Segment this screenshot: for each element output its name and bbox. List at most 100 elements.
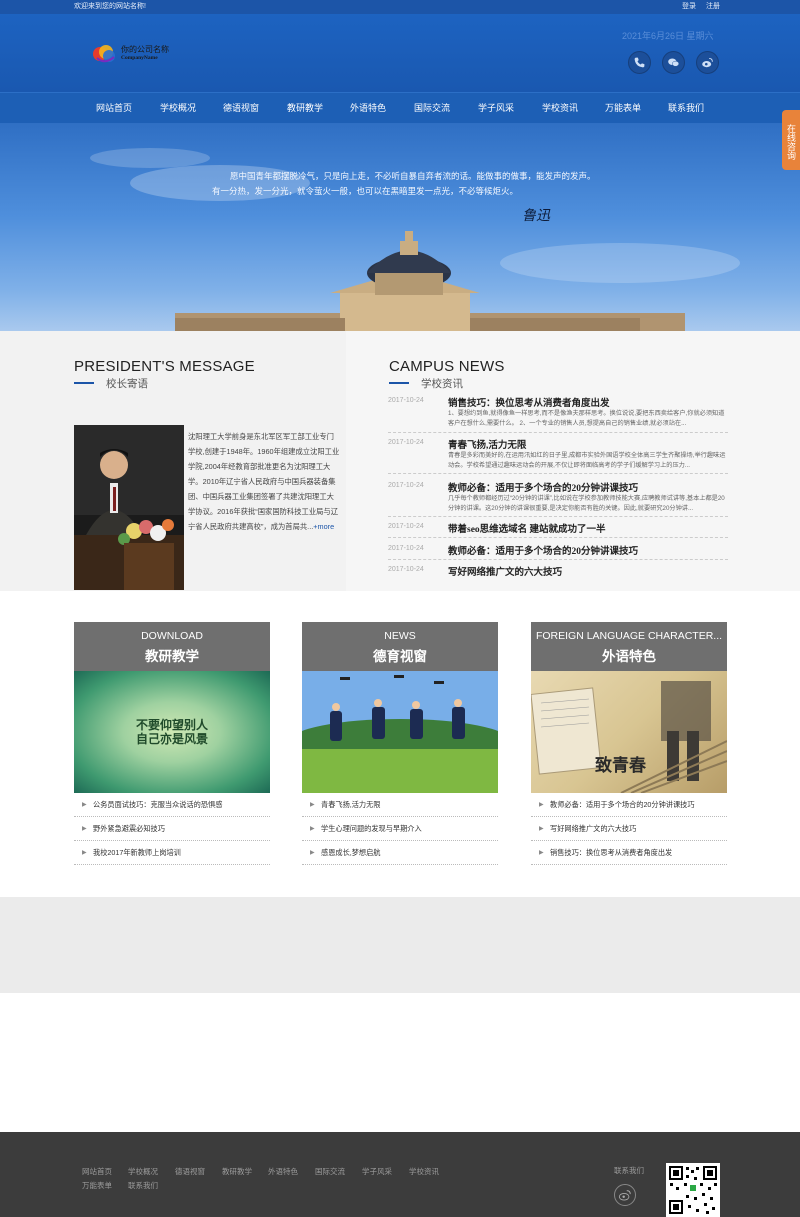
card-link[interactable]: ▶ 销售技巧：换位思考从消费者角度出发	[531, 841, 727, 865]
nav-item-contact[interactable]: 联系我们	[656, 93, 716, 123]
nav-item-about[interactable]: 学校概况	[148, 93, 208, 123]
card-link-text: 青春飞扬,活力无限	[321, 800, 381, 809]
president-more-link[interactable]: +more	[313, 522, 334, 531]
card-title-cn: 教研教学	[145, 649, 199, 664]
news-date: 2017-10-24	[388, 397, 424, 404]
card-link-text: 我校2017年新教师上岗培训	[93, 848, 181, 857]
footer-link-home[interactable]: 网站首页	[82, 1166, 112, 1177]
nav-item-home[interactable]: 网站首页	[84, 93, 144, 123]
message-news-section: PRESIDENT'S MESSAGE 校长寄语 沈阳理工大学前身是东北军区军工…	[0, 331, 800, 591]
news-title[interactable]: 青春飞扬,活力无限	[448, 437, 526, 451]
logo-mark-icon	[93, 45, 115, 63]
news-date: 2017-10-24	[388, 566, 424, 573]
card-link[interactable]: ▶ 教师必备：适用于多个场合的20分钟讲课技巧	[531, 793, 727, 817]
card-link-text: 学生心理问题的发现与早期介入	[321, 824, 422, 833]
nav-item-teaching[interactable]: 教研教学	[275, 93, 335, 123]
card-link-text: 销售技巧：换位思考从消费者角度出发	[550, 848, 673, 857]
news-title[interactable]: 教师必备：适用于多个场合的20分钟讲课技巧	[448, 543, 638, 557]
login-link[interactable]: 登录	[682, 3, 696, 10]
president-title-line	[74, 382, 94, 384]
grey-band	[0, 897, 800, 993]
news-desc: 青春是多彩而美好的,在运用汛如红的日子里,成都市实验外国语学校全体高三学生齐聚操…	[448, 452, 726, 469]
news-divider	[388, 516, 728, 517]
footer-link-contact[interactable]: 联系我们	[128, 1180, 158, 1191]
news-title[interactable]: 销售技巧：换位思考从消费者角度出发	[448, 395, 610, 409]
header-date: 2021年6月26日 星期六	[622, 31, 714, 41]
site-logo[interactable]: 你的公司名称 CompanyName	[92, 41, 172, 67]
logo-company-name: 你的公司名称	[121, 45, 169, 54]
news-title[interactable]: 带着seo思维选域名 建站就成功了一半	[448, 521, 606, 535]
news-divider	[388, 559, 728, 560]
footer-link-international[interactable]: 国际交流	[315, 1166, 345, 1177]
president-photo	[74, 425, 184, 590]
card-link[interactable]: ▶ 写好网络推广文的六大技巧	[531, 817, 727, 841]
footer-link-window[interactable]: 德语视窗	[175, 1166, 205, 1177]
nav-item-international[interactable]: 国际交流	[402, 93, 462, 123]
bullet-icon: ▶	[310, 826, 315, 832]
online-consult-button[interactable]: 在线咨询	[782, 110, 800, 170]
hero-banner: 愿中国青年都摆脱冷气，只是向上走，不必听自暴自弃者流的话。能做事的做事，能发声的…	[0, 123, 800, 331]
register-link[interactable]: 注册	[706, 3, 720, 10]
banner-quote-line-2: 有一分热，发一分光，就令萤火一般，也可以在黑暗里发一点光，不必等候炬火。	[212, 186, 519, 196]
card-link-text: 感恩成长,梦想启航	[321, 848, 381, 857]
news-title[interactable]: 教师必备：适用于多个场合的20分钟讲课技巧	[448, 480, 638, 494]
news-title[interactable]: 写好网络推广文的六大技巧	[448, 564, 562, 578]
weibo-icon[interactable]	[696, 51, 719, 74]
campus-news-title-cn: 学校资讯	[421, 378, 463, 390]
nav-item-news[interactable]: 学校资讯	[530, 93, 590, 123]
footer-link-language[interactable]: 外语特色	[268, 1166, 298, 1177]
news-date: 2017-10-24	[388, 439, 424, 446]
campus-news-title-en: CAMPUS NEWS	[389, 358, 505, 375]
card-link-text: 教师必备：适用于多个场合的20分钟讲课技巧	[550, 800, 695, 809]
banner-quote-line-1: 愿中国青年都摆脱冷气，只是向上走，不必听自暴自弃者流的话。能做事的做事，能发声的…	[230, 171, 596, 181]
card-header[interactable]: DOWNLOAD 教研教学	[74, 622, 270, 671]
card-title-cn: 德育视窗	[373, 649, 427, 664]
bullet-icon: ▶	[310, 850, 315, 856]
news-divider	[388, 432, 728, 433]
president-title-en: PRESIDENT'S MESSAGE	[74, 358, 255, 375]
nav-item-students[interactable]: 学子风采	[466, 93, 526, 123]
card-link[interactable]: ▶ 公务员面试技巧：克服当众说话的恐惧感	[74, 793, 270, 817]
card-link[interactable]: ▶ 野外紧急避震必知技巧	[74, 817, 270, 841]
card-link-text: 公务员面试技巧：克服当众说话的恐惧感	[93, 800, 223, 809]
auth-links: 登录 注册	[674, 0, 720, 14]
card-image[interactable]	[302, 671, 498, 793]
card-title-en: NEWS	[384, 630, 416, 642]
nav-item-form[interactable]: 万能表单	[593, 93, 653, 123]
phone-icon[interactable]	[628, 51, 651, 74]
card-header[interactable]: FOREIGN LANGUAGE CHARACTER... 外语特色	[531, 622, 727, 671]
card-link-text: 野外紧急避震必知技巧	[93, 824, 165, 833]
news-divider	[388, 537, 728, 538]
bullet-icon: ▶	[82, 802, 87, 808]
card-title-en: FOREIGN LANGUAGE CHARACTER...	[535, 630, 723, 642]
card-header[interactable]: NEWS 德育视窗	[302, 622, 498, 671]
news-desc: 1、要想约到鱼,就得像鱼一样思考,而不是像渔夫那样思考。换位说说,要把东西卖给客…	[448, 410, 725, 427]
bullet-icon: ▶	[82, 850, 87, 856]
nav-item-window[interactable]: 德语视窗	[211, 93, 271, 123]
bullet-icon: ▶	[539, 802, 544, 808]
card-link[interactable]: ▶ 感恩成长,梦想启航	[302, 841, 498, 865]
news-desc: 几乎每个教师都经历过“20分钟的讲课”,比如说在学校参加教师技能大赛,应聘教师试…	[448, 495, 725, 512]
president-message-text: 沈阳理工大学前身是东北军区军工部工业专门学校,创建于1948年。1960年组建成…	[188, 432, 340, 531]
bullet-icon: ▶	[539, 850, 544, 856]
wechat-icon[interactable]	[662, 51, 685, 74]
card-image-text-1: 致青春	[595, 756, 646, 775]
footer-link-news[interactable]: 学校资讯	[409, 1166, 439, 1177]
bullet-icon: ▶	[82, 826, 87, 832]
card-link[interactable]: ▶ 学生心理问题的发现与早期介入	[302, 817, 498, 841]
welcome-text: 欢迎来到您的网站名称!	[74, 3, 146, 10]
footer-link-students[interactable]: 学子风采	[362, 1166, 392, 1177]
card-title-cn: 外语特色	[602, 649, 656, 664]
news-date: 2017-10-24	[388, 482, 424, 489]
card-image[interactable]: 不要仰望别人 自己亦是风景	[74, 671, 270, 793]
card-link[interactable]: ▶ 我校2017年新教师上岗培训	[74, 841, 270, 865]
card-link[interactable]: ▶ 青春飞扬,活力无限	[302, 793, 498, 817]
card-image[interactable]: 致青春	[531, 671, 727, 793]
footer-link-teaching[interactable]: 教研教学	[222, 1166, 252, 1177]
weibo-icon[interactable]	[614, 1184, 636, 1206]
qr-code-image	[666, 1163, 720, 1217]
nav-item-language[interactable]: 外语特色	[338, 93, 398, 123]
footer-link-form[interactable]: 万能表单	[82, 1180, 112, 1191]
footer-link-about[interactable]: 学校概况	[128, 1166, 158, 1177]
top-bar: 欢迎来到您的网站名称! 登录 注册	[0, 0, 800, 14]
